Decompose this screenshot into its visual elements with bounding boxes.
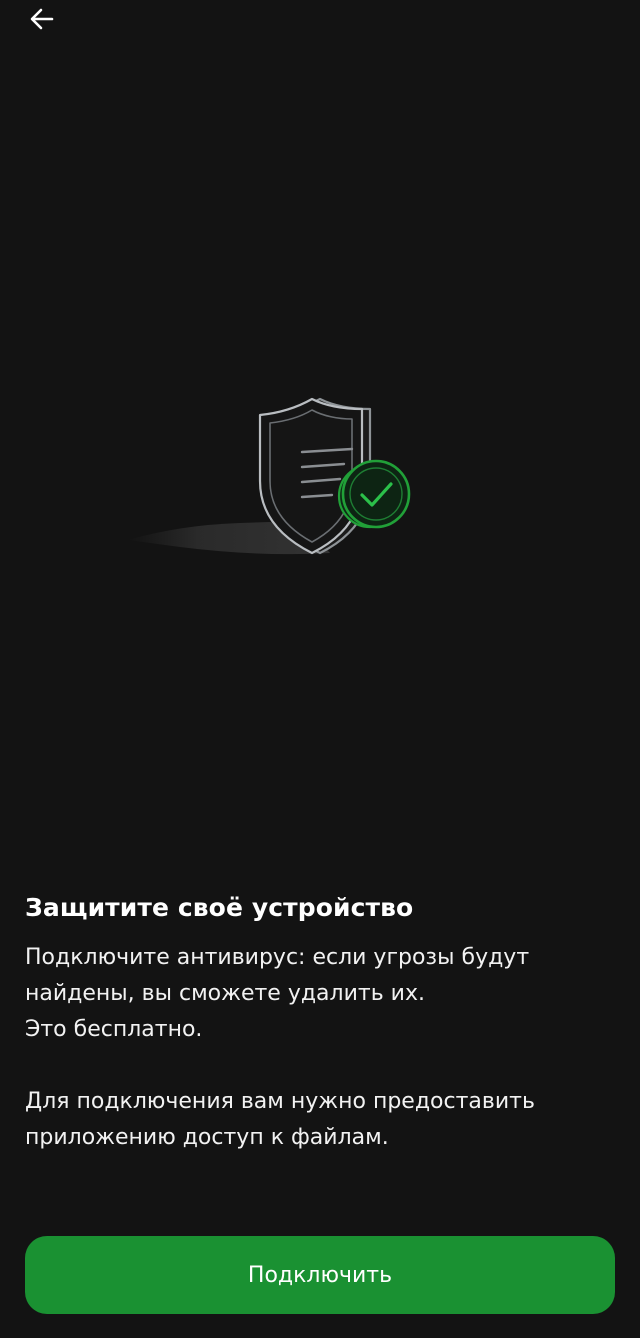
back-button[interactable]: [18, 0, 66, 42]
connect-button-label: Подключить: [247, 1262, 393, 1288]
info-content: Защитите своё устройство Подключите анти…: [25, 888, 615, 1156]
arrow-left-icon: [28, 5, 56, 37]
description-text: Подключите антивирус: если угрозы будут …: [25, 945, 530, 1042]
page-title: Защитите своё устройство: [25, 893, 414, 922]
antivirus-illustration: [120, 385, 430, 570]
connect-button[interactable]: Подключить: [25, 1236, 615, 1314]
permission-note: Для подключения вам нужно предоставить п…: [25, 1089, 535, 1150]
shield-check-icon: [128, 397, 411, 555]
